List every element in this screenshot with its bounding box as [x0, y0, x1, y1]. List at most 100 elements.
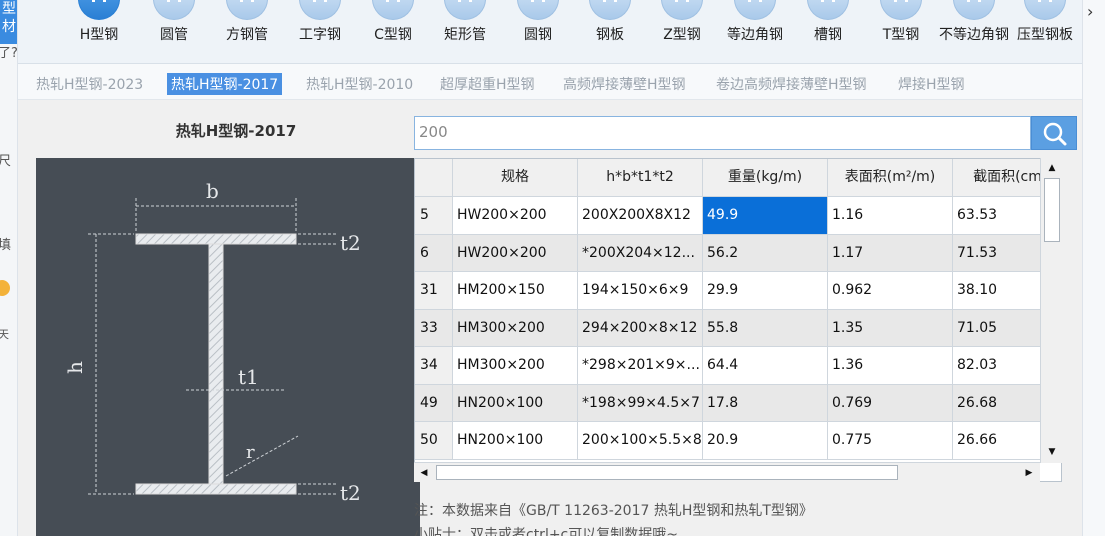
- scroll-left-icon[interactable]: ◀: [416, 465, 432, 481]
- subtab-5[interactable]: 卷边高频焊接薄壁H型钢: [712, 73, 871, 95]
- table-cell[interactable]: HN200×100: [453, 422, 578, 460]
- table-cell[interactable]: 64.4: [703, 347, 828, 385]
- table-cell[interactable]: 200X200X8X12: [578, 197, 703, 235]
- steel-shape-icon: [1024, 0, 1066, 20]
- tool-label: 圆管: [160, 27, 188, 43]
- steel-glyph-icon: [1038, 0, 1052, 2]
- horizontal-scroll-thumb[interactable]: [436, 465, 898, 480]
- table-cell[interactable]: 0.775: [828, 422, 953, 460]
- table-cell[interactable]: HN200×100: [453, 384, 578, 422]
- chevron-right-icon[interactable]: ›: [1087, 2, 1093, 21]
- left-fragment-2: 尺: [0, 150, 11, 169]
- vertical-scroll-thumb[interactable]: [1044, 178, 1060, 242]
- vertical-scrollbar[interactable]: ▲ ▼: [1040, 158, 1062, 463]
- steel-glyph-icon: [821, 0, 835, 2]
- table-cell[interactable]: 29.9: [703, 272, 828, 310]
- tool-1[interactable]: 圆管: [137, 0, 211, 64]
- subtab-3[interactable]: 超厚超重H型钢: [436, 73, 539, 95]
- steel-shape-icon: [880, 0, 922, 20]
- tool-label: C型钢: [374, 27, 412, 43]
- steel-shape-icon: [807, 0, 849, 20]
- subtab-6[interactable]: 焊接H型钢: [894, 73, 969, 95]
- tool-0[interactable]: H型钢: [62, 0, 136, 64]
- horizontal-scrollbar[interactable]: ◀ ▶: [414, 462, 1040, 482]
- table-cell[interactable]: *198×99×4.5×7: [578, 384, 703, 422]
- tool-10[interactable]: 槽钢: [791, 0, 865, 64]
- label-h: h: [63, 361, 87, 374]
- search-button[interactable]: [1031, 116, 1077, 150]
- tool-label: 槽钢: [814, 27, 842, 43]
- search-input[interactable]: 200: [414, 116, 1031, 150]
- table-cell[interactable]: HM200×150: [453, 272, 578, 310]
- tool-8[interactable]: Z型钢: [645, 0, 719, 64]
- steel-shape-icon: [372, 0, 414, 20]
- table-cell[interactable]: HW200×200: [453, 234, 578, 272]
- tool-label: Z型钢: [663, 27, 701, 43]
- column-header[interactable]: 规格: [453, 159, 578, 197]
- table-cell[interactable]: *298×201×9×...: [578, 347, 703, 385]
- column-header[interactable]: h*b*t1*t2: [578, 159, 703, 197]
- table-cell[interactable]: 1.16: [828, 197, 953, 235]
- tool-2[interactable]: 方钢管: [210, 0, 284, 64]
- tool-5[interactable]: 矩形管: [428, 0, 502, 64]
- table-cell[interactable]: 0.962: [828, 272, 953, 310]
- subtab-0[interactable]: 热轧H型钢-2023: [32, 73, 147, 95]
- steel-shape-icon: [153, 0, 195, 20]
- scroll-down-icon[interactable]: ▼: [1044, 444, 1060, 460]
- table-cell[interactable]: 20.9: [703, 422, 828, 460]
- app-logo: 型材: [0, 0, 17, 44]
- subtab-2[interactable]: 热轧H型钢-2010: [302, 73, 417, 95]
- tool-label: 圆钢: [524, 27, 552, 43]
- left-panel-strip: 型材 了? 尺 填 天: [0, 0, 18, 536]
- table-cell[interactable]: 17.8: [703, 384, 828, 422]
- tool-12[interactable]: 不等边角钢: [937, 0, 1011, 64]
- steel-type-toolbar: H型钢 圆管 方钢管 工字钢 C型钢 矩形管 圆钢 钢板 Z型钢 等边角钢 槽钢 T型钢 不等边角钢 压型…: [18, 0, 1082, 64]
- table-cell[interactable]: 200×100×5.5×8: [578, 422, 703, 460]
- table-cell[interactable]: 49.9: [703, 197, 828, 235]
- table-cell[interactable]: *200X204×12...: [578, 234, 703, 272]
- table-corner: [415, 159, 453, 197]
- row-number: 33: [415, 309, 453, 347]
- table-cell[interactable]: 56.2: [703, 234, 828, 272]
- steel-shape-icon: [734, 0, 776, 20]
- tool-4[interactable]: C型钢: [356, 0, 430, 64]
- table-cell[interactable]: 294×200×8×12: [578, 309, 703, 347]
- steel-glyph-icon: [167, 0, 181, 2]
- left-fragment-3: 填: [0, 234, 11, 253]
- table-cell[interactable]: 1.17: [828, 234, 953, 272]
- table-cell[interactable]: 1.35: [828, 309, 953, 347]
- tool-7[interactable]: 钢板: [573, 0, 647, 64]
- table-cell[interactable]: 1.36: [828, 347, 953, 385]
- tool-3[interactable]: 工字钢: [283, 0, 357, 64]
- steel-glyph-icon: [748, 0, 762, 2]
- table-cell[interactable]: HM300×200: [453, 347, 578, 385]
- table-cell[interactable]: 55.8: [703, 309, 828, 347]
- tool-label: 等边角钢: [727, 27, 783, 43]
- subtab-1[interactable]: 热轧H型钢-2017: [167, 73, 283, 95]
- steel-glyph-icon: [240, 0, 254, 2]
- subtab-4[interactable]: 高频焊接薄壁H型钢: [559, 73, 690, 95]
- column-header[interactable]: 重量(kg/m): [703, 159, 828, 197]
- tool-11[interactable]: T型钢: [864, 0, 938, 64]
- table-cell[interactable]: 194×150×6×9: [578, 272, 703, 310]
- standard-subtabs: 热轧H型钢-2023 热轧H型钢-2017 热轧H型钢-2010 超厚超重H型钢 高频焊…: [18, 64, 1082, 100]
- tool-label: 不等边角钢: [939, 27, 1009, 43]
- tool-13[interactable]: 压型钢板: [1008, 0, 1082, 64]
- table-cell[interactable]: 0.769: [828, 384, 953, 422]
- copy-tip: 小贴士：双击或者ctrl+c可以复制数据哦~: [414, 527, 678, 536]
- tool-6[interactable]: 圆钢: [501, 0, 575, 64]
- tool-9[interactable]: 等边角钢: [718, 0, 792, 64]
- table-cell[interactable]: HM300×200: [453, 309, 578, 347]
- table-cell[interactable]: HW200×200: [453, 197, 578, 235]
- scroll-up-icon[interactable]: ▲: [1044, 160, 1060, 176]
- column-header[interactable]: 表面积(m²/m): [828, 159, 953, 197]
- steel-glyph-icon: [967, 0, 981, 2]
- row-number: 34: [415, 347, 453, 385]
- diagram-title: 热轧H型钢-2017: [175, 122, 297, 140]
- tool-label: 矩形管: [444, 27, 486, 43]
- tool-label: 方钢管: [226, 27, 268, 43]
- label-t2-bottom: t2: [340, 481, 361, 505]
- scroll-right-icon[interactable]: ▶: [1021, 465, 1037, 481]
- steel-shape-icon: [953, 0, 995, 20]
- steel-glyph-icon: [531, 0, 545, 2]
